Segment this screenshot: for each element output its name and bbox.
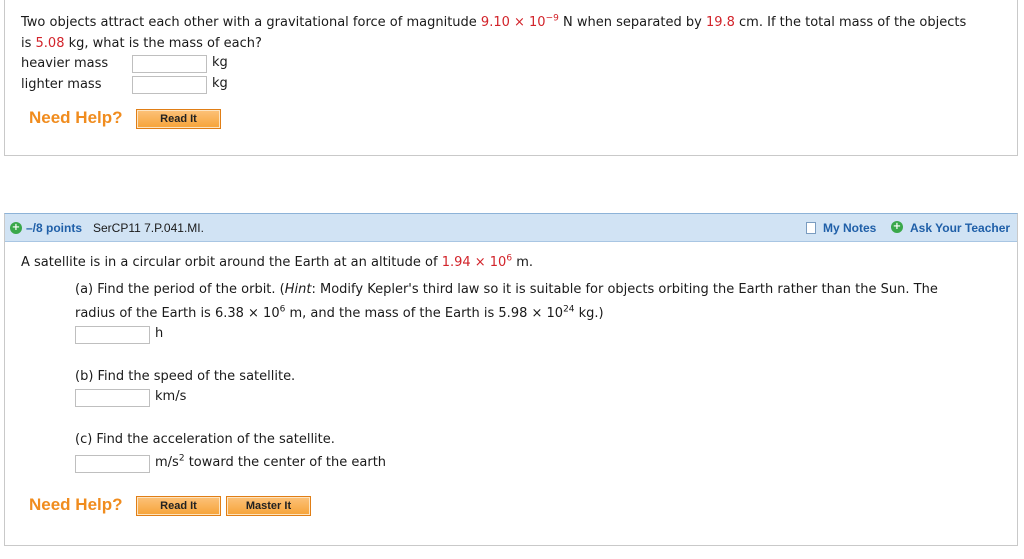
part-a-text-line-2: radius of the Earth is 6.38 × 106 m, and… xyxy=(75,305,604,323)
question-2-panel: + –/8 points SerCP11 7.P.041.MI. My Note… xyxy=(4,213,1018,546)
part-a-hint: Hint xyxy=(284,282,312,297)
acceleration-input[interactable] xyxy=(75,455,150,473)
part-c-text: (c) Find the acceleration of the satelli… xyxy=(75,432,335,447)
heavier-mass-input[interactable] xyxy=(132,55,207,73)
question-1-panel: Two objects attract each other with a gr… xyxy=(4,0,1018,156)
need-help-label: Need Help? xyxy=(29,108,123,127)
heavier-mass-label: heavier mass xyxy=(21,56,109,71)
lighter-mass-unit: kg xyxy=(212,76,228,91)
expand-plus-icon[interactable]: + xyxy=(10,222,22,234)
my-notes-link[interactable]: My Notes xyxy=(823,220,876,236)
part-a-text-1: (a) Find the period of the orbit. ( xyxy=(75,282,285,297)
q1-text-d: is xyxy=(21,36,36,51)
q1-text-b: N when separated by xyxy=(558,15,706,30)
part-b-text: (b) Find the speed of the satellite. xyxy=(75,369,296,384)
heavier-mass-unit: kg xyxy=(212,55,228,70)
read-it-button-2[interactable]: Read It xyxy=(136,496,221,516)
speed-unit: km/s xyxy=(155,389,187,404)
q1-text-c: cm. If the total mass of the objects xyxy=(734,15,967,30)
question-header: + –/8 points SerCP11 7.P.041.MI. My Note… xyxy=(5,214,1017,242)
read-it-button[interactable]: Read It xyxy=(136,109,221,129)
part-a-exp-2: 24 xyxy=(563,304,575,315)
part-a-text-3: radius of the Earth is 6.38 × 10 xyxy=(75,306,280,321)
points-label: –/8 points xyxy=(26,221,83,235)
notes-icon[interactable] xyxy=(806,222,816,234)
distance-value: 19.8 xyxy=(705,15,735,30)
force-value: 9.10 × 10−9 xyxy=(480,13,559,30)
master-it-button[interactable]: Master It xyxy=(226,496,311,516)
q1-text-e: kg, what is the mass of each? xyxy=(64,36,262,51)
lighter-mass-input[interactable] xyxy=(132,76,207,94)
q2-intro-b: m. xyxy=(512,255,534,270)
question-2-intro: A satellite is in a circular orbit aroun… xyxy=(21,254,533,272)
ask-teacher-plus-icon[interactable]: + xyxy=(891,221,903,233)
part-a-text-5: kg.) xyxy=(574,306,604,321)
need-help-label-2: Need Help? xyxy=(29,495,123,514)
altitude-value: 1.94 × 106 xyxy=(441,253,513,270)
question-1-text-line-2: is 5.08 kg, what is the mass of each? xyxy=(21,35,262,53)
part-a-text-line-1: (a) Find the period of the orbit. (Hint:… xyxy=(75,281,938,299)
lighter-mass-label: lighter mass xyxy=(21,77,102,92)
q2-intro-a: A satellite is in a circular orbit aroun… xyxy=(21,255,442,270)
total-mass-value: 5.08 xyxy=(35,36,65,51)
question-1-text-line-1: Two objects attract each other with a gr… xyxy=(21,14,966,32)
part-a-text-2: : Modify Kepler's third law so it is sui… xyxy=(311,282,938,297)
q1-text-a: Two objects attract each other with a gr… xyxy=(21,15,481,30)
ask-your-teacher-link[interactable]: Ask Your Teacher xyxy=(910,220,1010,236)
speed-input[interactable] xyxy=(75,389,150,407)
period-input[interactable] xyxy=(75,326,150,344)
period-unit: h xyxy=(155,326,164,341)
acceleration-unit: m/s2 toward the center of the earth xyxy=(155,453,387,470)
question-code: SerCP11 7.P.041.MI. xyxy=(93,221,204,235)
part-a-text-4: m, and the mass of the Earth is 5.98 × 1… xyxy=(285,306,564,321)
